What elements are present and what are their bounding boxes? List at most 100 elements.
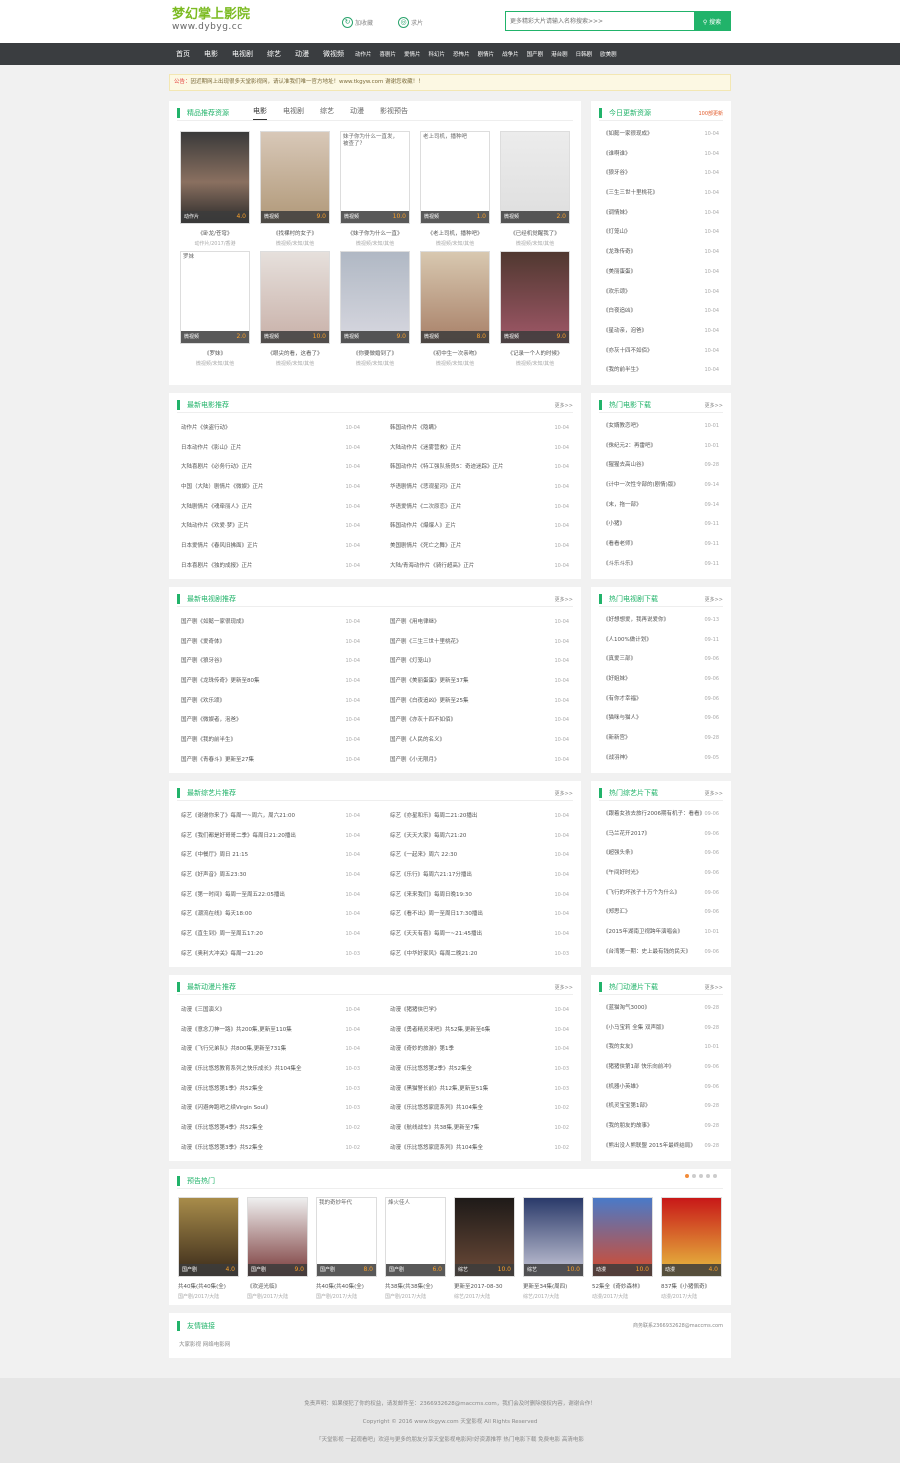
list-item[interactable]: 国产剧《我的前半生》 10-04	[181, 731, 360, 751]
list-item[interactable]: 《跟着女孩去旅行2006期有机子：看看》 09-06	[603, 805, 719, 825]
list-item-title[interactable]: 综艺《天天有喜》每周一~21:45播出	[390, 925, 482, 945]
list-item[interactable]: 大陆动作片《迷雾营救》正片 10-04	[390, 439, 569, 459]
list-item-title[interactable]: 《战羽神》	[603, 749, 631, 769]
list-item-title[interactable]: 综艺《中餐厅》周日 21:15	[181, 846, 248, 866]
list-item[interactable]: 《午间好时光》 09-06	[603, 864, 719, 884]
more-link[interactable]: 更多>>	[555, 596, 573, 603]
list-item[interactable]: 《灯笼山》 10-04	[603, 223, 719, 243]
list-item[interactable]: 动漫《闪避奔跑吧之续Virgin Soul》 10-03	[181, 1099, 360, 1119]
list-item[interactable]: 综艺《天天大家》每周六21:20 10-04	[390, 827, 569, 847]
list-item-title[interactable]: 大陆喜剧片《必务行动》正片	[181, 458, 253, 478]
list-item[interactable]: 《飞行的坏孩子十万个为什么》 09-06	[603, 884, 719, 904]
list-item-title[interactable]: 《三生三世十里桃花》	[603, 184, 658, 204]
list-item-title[interactable]: 《机灵宝宝第1部》	[603, 1097, 651, 1117]
list-item[interactable]: 《看看老师》 09-11	[603, 535, 719, 555]
list-item-title[interactable]: 综艺《看不出》周一至周日17:30播出	[390, 905, 483, 925]
list-item-title[interactable]: 《真爱三部》	[603, 650, 636, 670]
list-item[interactable]: 动漫《黑猫警长前》共12集,更新至51集 10-03	[390, 1080, 569, 1100]
list-item[interactable]: 综艺《一起来》周六 22:30 10-04	[390, 846, 569, 866]
list-item[interactable]: 《三生三世十里桃花》 10-04	[603, 184, 719, 204]
more-link[interactable]: 更多>>	[705, 790, 723, 797]
list-item-title[interactable]: 日本喜剧片《独的成报》正片	[181, 557, 253, 577]
list-item[interactable]: 《星动亲，泡爸》 10-04	[603, 322, 719, 342]
list-item-title[interactable]: 大陆剧情片《魂牵丽人》正片	[181, 498, 253, 518]
poster-image[interactable]: 微视频 9.0	[500, 251, 570, 344]
nav-sub-item[interactable]: 剧情片	[474, 50, 499, 58]
list-item[interactable]: 国产剧《狼牙谷》 10-04	[181, 652, 360, 672]
list-item-title[interactable]: 动漫《猪猪侠巴学》	[390, 1001, 440, 1021]
video-title[interactable]: 《记录一个人的时候》	[500, 349, 570, 357]
list-item-title[interactable]: 中国（大陆）剧情片《微娱》正片	[181, 478, 264, 498]
list-item-title[interactable]: 综艺《奥利大冲关》每周一21:20	[181, 945, 263, 965]
list-item[interactable]: 综艺《直生到》周一至周五17:20 10-04	[181, 925, 360, 945]
site-logo[interactable]: 梦幻掌上影院 www.dybyg.cc	[172, 8, 262, 33]
list-item-title[interactable]: 《我的朋友的故事》	[603, 1117, 653, 1137]
list-item-title[interactable]: 动作片《侠盗行动》	[181, 419, 231, 439]
list-item[interactable]: 《台湾第一期：史上最有钱的民天》 09-06	[603, 943, 719, 963]
more-link[interactable]: 更多>>	[555, 984, 573, 991]
video-card[interactable]: 综艺 10.0 更新至2017-08-30 综艺/2017/大陆	[454, 1197, 515, 1300]
list-item-title[interactable]: 《蓝猫淘气3000》	[603, 999, 650, 1019]
list-item[interactable]: 日本动作片《影山》正片 10-04	[181, 439, 360, 459]
video-card[interactable]: 妹子你为什么一直发，被查了？ 微视频 10.0 《妹子你为什么一直》 微视频/未知/其他	[340, 131, 410, 247]
list-item-title[interactable]: 《猪猪侠第1部 快乐向前冲》	[603, 1058, 674, 1078]
poster-image[interactable]: 国产剧 4.0	[178, 1197, 239, 1277]
nav-item[interactable]: 综艺	[260, 49, 288, 59]
list-item-title[interactable]: 《末，拖一部》	[603, 496, 642, 516]
list-item-title[interactable]: 动漫《三国演义》	[181, 1001, 225, 1021]
list-item[interactable]: 动漫《勇者精灵来吧》共52集,更新至6集 10-04	[390, 1021, 569, 1041]
list-item-title[interactable]: 动漫《奇妙的旅游》第1季	[390, 1040, 454, 1060]
list-item[interactable]: 《调情妹》 10-04	[603, 204, 719, 224]
list-item-title[interactable]: 动漫《闪避奔跑吧之续Virgin Soul》	[181, 1099, 271, 1119]
list-item[interactable]: 国产剧《爱奇体》 10-04	[181, 633, 360, 653]
tab-4[interactable]: 影视预告	[380, 106, 408, 120]
list-item[interactable]: 《侏纪元2：再雷吧》 10-01	[603, 437, 719, 457]
list-item[interactable]: 国产剧《小无限月》 10-04	[390, 751, 569, 771]
video-card[interactable]: 动漫 4.0 837集《小猪佩奇》 动漫/2017/大陆	[661, 1197, 722, 1300]
video-card[interactable]: 微视频 10.0 《眼尖的看，这看了》 微视频/未知/其他	[260, 251, 330, 367]
list-item-title[interactable]: 动漫《勇者精灵来吧》共52集,更新至6集	[390, 1021, 490, 1041]
video-card[interactable]: 我的奇妙年代 国产剧 8.0 共40集(共40集(全) 国产剧/2017/大陆	[316, 1197, 377, 1300]
list-item[interactable]: 动漫《乐比悠悠第1季》共52集全 10-03	[181, 1080, 360, 1100]
list-item-title[interactable]: 动漫《航线战车》共38集,更新至7集	[390, 1119, 479, 1139]
poster-image[interactable]: 动漫 10.0	[592, 1197, 653, 1277]
list-item[interactable]: 国产剧《白夜追凶》更新至25集 10-04	[390, 692, 569, 712]
list-item[interactable]: 国产剧《如懿一家很现成》 10-04	[181, 613, 360, 633]
list-item[interactable]: 《有你才幸福》 09-06	[603, 690, 719, 710]
poster-image[interactable]: 罗妹 微视频 2.0	[180, 251, 250, 344]
list-item-title[interactable]: 《2015年湖南卫视跨年演唱会》	[603, 923, 683, 943]
list-item[interactable]: 《好姐妹》 09-06	[603, 670, 719, 690]
list-item-title[interactable]: 《亦灰十四不如佰》	[603, 342, 653, 362]
list-item[interactable]: 动漫《乐比悠悠第3季》共52集全 10-02	[181, 1139, 360, 1159]
list-item-title[interactable]: 《侏纪元2：再雷吧》	[603, 437, 656, 457]
video-title[interactable]: 共38集(共38集(全)	[385, 1282, 446, 1290]
add-favorite-link[interactable]: ↻ 加收藏	[342, 16, 373, 28]
list-item[interactable]: 《小马宝莉 全集 双声版》 09-28	[603, 1019, 719, 1039]
more-link[interactable]: 更多>>	[555, 402, 573, 409]
list-item-title[interactable]: 动漫《乐比悠悠第1季》共52集全	[181, 1080, 263, 1100]
list-item-title[interactable]: 动漫《飞行兄弟队》共800集,更新至731集	[181, 1040, 286, 1060]
video-title[interactable]: 《眼尖的看，这看了》	[260, 349, 330, 357]
nav-sub-item[interactable]: 恐怖片	[449, 50, 474, 58]
list-item-title[interactable]: 大陆动作片《迷雾营救》正片	[390, 439, 462, 459]
video-card[interactable]: 动作片 4.0 《卧龙/苍穹》 动作片/2017/香港	[180, 131, 250, 247]
list-item-title[interactable]: 动漫《意念刀神一路》共200集,更新至110集	[181, 1021, 292, 1041]
list-item-title[interactable]: 《狼牙谷》	[603, 164, 631, 184]
list-item-title[interactable]: 《灯笼山》	[603, 223, 631, 243]
list-item-title[interactable]: 国产剧《龙珠传奇》更新至80集	[181, 672, 260, 692]
more-link[interactable]: 更多>>	[705, 596, 723, 603]
more-link[interactable]: 更多>>	[705, 402, 723, 409]
video-card[interactable]: 微视频 2.0 《已经机觉醒我了》 微视频/未知/其他	[500, 131, 570, 247]
poster-image[interactable]: 动漫 4.0	[661, 1197, 722, 1277]
list-item[interactable]: 动漫《乐比悠悠第4季》共52集全 10-02	[181, 1119, 360, 1139]
search-input[interactable]	[506, 12, 692, 30]
list-item-title[interactable]: 综艺《中华好家风》每周二晚21:20	[390, 945, 477, 965]
list-item[interactable]: 《白夜追凶》 10-04	[603, 302, 719, 322]
list-item-title[interactable]: 综艺《我们都是好哥哥二季》每周日21:20播出	[181, 827, 296, 847]
list-item[interactable]: 综艺《中餐厅》周日 21:15 10-04	[181, 846, 360, 866]
poster-image[interactable]: 妹子你为什么一直发，被查了？ 微视频 10.0	[340, 131, 410, 224]
video-card[interactable]: 综艺 10.0 更新至34集(周四) 综艺/2017/大陆	[523, 1197, 584, 1300]
list-item[interactable]: 动漫《意念刀神一路》共200集,更新至110集 10-04	[181, 1021, 360, 1041]
nav-sub-item[interactable]: 战争片	[498, 50, 523, 58]
list-item[interactable]: 大陆剧情片《魂牵丽人》正片 10-04	[181, 498, 360, 518]
